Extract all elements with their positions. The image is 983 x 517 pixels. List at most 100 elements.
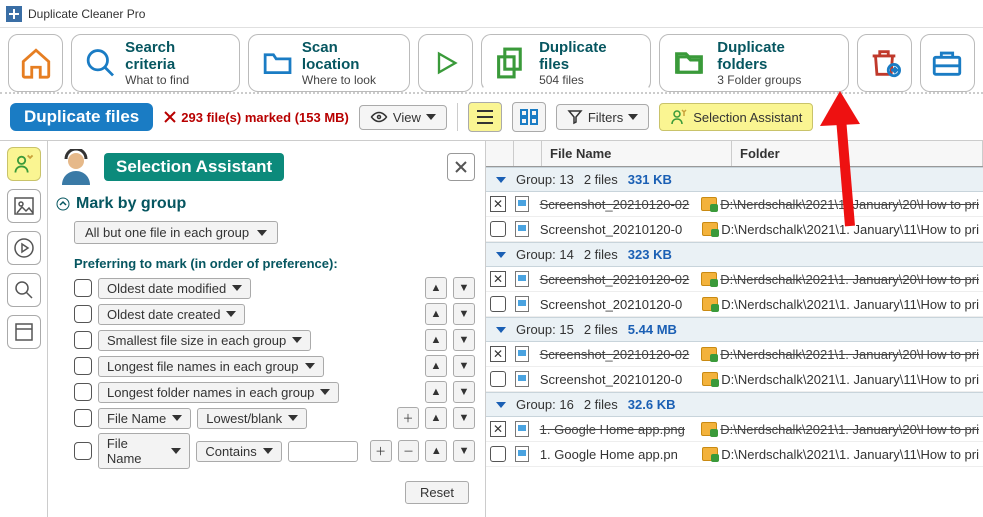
- selection-assistant-button[interactable]: Selection Assistant: [659, 103, 813, 131]
- group-header[interactable]: Group: 15 2 files 5.44 MB: [486, 317, 983, 342]
- remove-rule-button[interactable]: －: [398, 440, 420, 462]
- file-row[interactable]: ✕ Screenshot_20210120-02 D:\Nerdschalk\2…: [486, 267, 983, 292]
- pref-dropdown[interactable]: Longest folder names in each group: [98, 382, 339, 403]
- mark-by-group-heading[interactable]: Mark by group: [56, 195, 475, 213]
- move-down-button[interactable]: ▼: [453, 440, 475, 462]
- move-up-button[interactable]: ▲: [425, 407, 447, 429]
- tab-scan-location[interactable]: Scan locationWhere to look: [248, 34, 410, 92]
- sidetool-image[interactable]: [7, 189, 41, 223]
- folder-path: D:\Nerdschalk\2021\1. January\11\How to …: [721, 447, 979, 462]
- group-header[interactable]: Group: 16 2 files 32.6 KB: [486, 392, 983, 417]
- chevron-down-icon: [232, 285, 242, 291]
- chevron-down-icon: [226, 311, 236, 317]
- assistant-icon: [13, 153, 35, 175]
- sidetool-find[interactable]: [7, 273, 41, 307]
- move-down-button[interactable]: ▼: [453, 407, 475, 429]
- file-row[interactable]: Screenshot_20210120-0 D:\Nerdschalk\2021…: [486, 292, 983, 317]
- sidetool-assistant[interactable]: [7, 147, 41, 181]
- file-row[interactable]: ✕ 1. Google Home app.png D:\Nerdschalk\2…: [486, 417, 983, 442]
- tab-tools[interactable]: [920, 34, 975, 92]
- mark-checkbox[interactable]: ✕: [490, 421, 506, 437]
- mark-checkbox[interactable]: [490, 221, 506, 237]
- mark-checkbox[interactable]: [490, 371, 506, 387]
- folder-icon: [701, 422, 717, 436]
- move-up-button[interactable]: ▲: [425, 303, 447, 325]
- pref-dropdown[interactable]: Oldest date modified: [98, 278, 251, 299]
- operator-dropdown[interactable]: Lowest/blank: [197, 408, 307, 429]
- pref-dropdown[interactable]: Oldest date created: [98, 304, 245, 325]
- file-name: 1. Google Home app.png: [540, 422, 685, 437]
- file-row[interactable]: 1. Google Home app.pn D:\Nerdschalk\2021…: [486, 442, 983, 467]
- file-row[interactable]: ✕ Screenshot_20210120-02 D:\Nerdschalk\2…: [486, 192, 983, 217]
- tab-label: Duplicate files: [539, 39, 638, 73]
- pref-dropdown[interactable]: Longest file names in each group: [98, 356, 324, 377]
- value-input[interactable]: [288, 441, 358, 462]
- titlebar: Duplicate Cleaner Pro: [0, 0, 983, 28]
- move-down-button[interactable]: ▼: [453, 277, 475, 299]
- search-icon: [13, 279, 35, 301]
- tab-home[interactable]: [8, 34, 63, 92]
- group-label: Group: 16: [516, 397, 574, 412]
- file-row[interactable]: Screenshot_20210120-0 D:\Nerdschalk\2021…: [486, 367, 983, 392]
- file-type-icon: [515, 196, 529, 212]
- group-rule-dropdown[interactable]: All but one file in each group: [74, 221, 278, 244]
- mark-checkbox[interactable]: [490, 446, 506, 462]
- group-size: 5.44 MB: [628, 322, 677, 337]
- move-up-button[interactable]: ▲: [425, 440, 447, 462]
- view-list-button[interactable]: [468, 102, 502, 132]
- reset-button[interactable]: Reset: [405, 481, 469, 504]
- move-up-button[interactable]: ▲: [425, 329, 447, 351]
- mark-checkbox[interactable]: ✕: [490, 271, 506, 287]
- move-down-button[interactable]: ▼: [453, 303, 475, 325]
- pref-dropdown[interactable]: Smallest file size in each group: [98, 330, 311, 351]
- collapse-icon: [496, 177, 506, 183]
- sidetool-columns[interactable]: [7, 315, 41, 349]
- pref-checkbox[interactable]: [74, 383, 92, 401]
- move-up-button[interactable]: ▲: [425, 277, 447, 299]
- tab-duplicate-files[interactable]: Duplicate files504 files: [481, 34, 651, 92]
- pref-checkbox[interactable]: [74, 409, 92, 427]
- field-dropdown[interactable]: File Name: [98, 408, 191, 429]
- col-filename[interactable]: File Name: [542, 141, 732, 166]
- field-dropdown[interactable]: File Name: [98, 433, 191, 469]
- move-up-button[interactable]: ▲: [425, 355, 447, 377]
- sidetool-play[interactable]: [7, 231, 41, 265]
- view-grid-button[interactable]: [512, 102, 546, 132]
- group-header[interactable]: Group: 13 2 files 331 KB: [486, 167, 983, 192]
- file-row[interactable]: Screenshot_20210120-0 D:\Nerdschalk\2021…: [486, 217, 983, 242]
- pref-checkbox[interactable]: [74, 357, 92, 375]
- tab-delete[interactable]: [857, 34, 912, 92]
- group-header[interactable]: Group: 14 2 files 323 KB: [486, 242, 983, 267]
- pref-checkbox[interactable]: [74, 331, 92, 349]
- collapse-icon: [496, 252, 506, 258]
- col-folder[interactable]: Folder: [732, 141, 983, 166]
- file-row[interactable]: ✕ Screenshot_20210120-02 D:\Nerdschalk\2…: [486, 342, 983, 367]
- context-pill: Duplicate files: [10, 103, 153, 131]
- close-assistant-button[interactable]: [447, 153, 475, 181]
- pref-checkbox[interactable]: [74, 279, 92, 297]
- add-rule-button[interactable]: ＋: [397, 407, 419, 429]
- filters-dropdown[interactable]: Filters: [556, 104, 649, 130]
- tab-duplicate-folders[interactable]: Duplicate folders3 Folder groups: [659, 34, 849, 92]
- move-up-button[interactable]: ▲: [425, 381, 447, 403]
- operator-dropdown[interactable]: Contains: [196, 441, 281, 462]
- move-down-button[interactable]: ▼: [453, 381, 475, 403]
- folder-icon: [702, 297, 718, 311]
- add-rule-button[interactable]: ＋: [370, 440, 392, 462]
- mark-checkbox[interactable]: ✕: [490, 346, 506, 362]
- group-label: Group: 13: [516, 172, 574, 187]
- pref-checkbox[interactable]: [74, 305, 92, 323]
- folder-icon: [702, 447, 718, 461]
- columns-icon: [13, 321, 35, 343]
- mark-checkbox[interactable]: [490, 296, 506, 312]
- tab-run-scan[interactable]: [418, 34, 473, 92]
- pref-checkbox[interactable]: [74, 442, 92, 460]
- view-dropdown[interactable]: View: [359, 105, 447, 130]
- preferring-label: Preferring to mark (in order of preferen…: [74, 256, 475, 271]
- tab-search-criteria[interactable]: Search criteriaWhat to find: [71, 34, 240, 92]
- file-name: Screenshot_20210120-02: [540, 272, 690, 287]
- list-icon: [475, 108, 495, 126]
- move-down-button[interactable]: ▼: [453, 355, 475, 377]
- move-down-button[interactable]: ▼: [453, 329, 475, 351]
- mark-checkbox[interactable]: ✕: [490, 196, 506, 212]
